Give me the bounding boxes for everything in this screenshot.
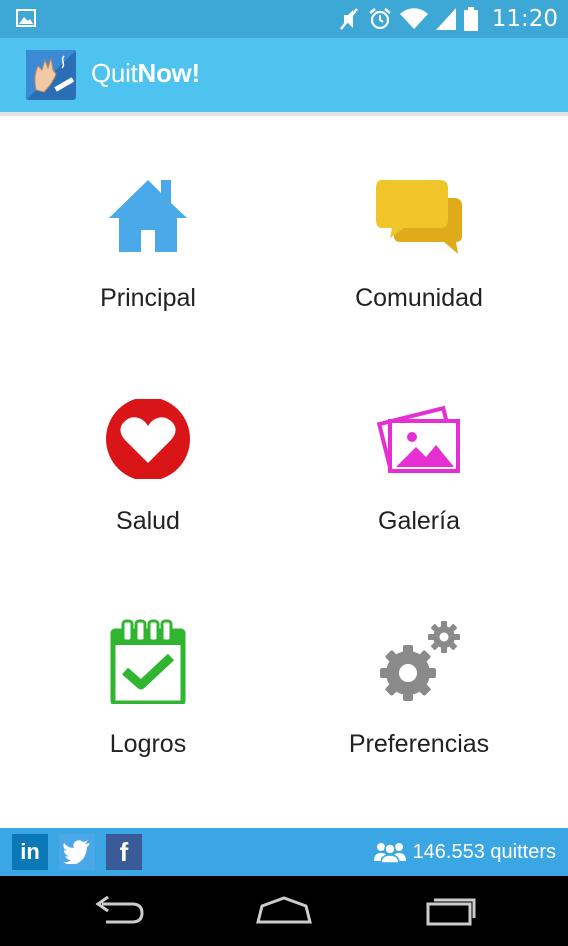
menu-item-comunidad[interactable]: Comunidad <box>277 116 561 339</box>
home-icon <box>109 180 187 252</box>
app-title-part2: Now! <box>137 58 200 88</box>
back-icon[interactable] <box>88 894 148 928</box>
menu-item-label: Principal <box>100 284 196 312</box>
menu-item-label: Preferencias <box>348 730 490 758</box>
menu-item-galeria[interactable]: Galería <box>277 339 561 562</box>
home-nav-icon[interactable] <box>254 894 314 928</box>
heart-icon <box>106 399 190 479</box>
twitter-button[interactable] <box>59 834 95 870</box>
menu-item-label: Comunidad <box>355 284 483 312</box>
menu-item-principal[interactable]: Principal <box>6 116 290 339</box>
battery-icon <box>463 7 478 31</box>
twitter-icon <box>63 840 90 864</box>
gallery-icon <box>376 405 460 474</box>
menu-item-label: Galería <box>378 507 460 535</box>
app-title: QuitNow! <box>91 58 200 89</box>
main-menu-grid: Principal Comunidad Salud Galería Logros… <box>0 116 568 828</box>
facebook-button[interactable]: f <box>106 834 142 870</box>
quitnow-logo <box>26 50 76 100</box>
app-title-part1: Quit <box>91 58 138 88</box>
menu-item-logros[interactable]: Logros <box>6 562 290 785</box>
clock: 11:20 <box>491 6 558 32</box>
chat-icon <box>376 180 462 254</box>
linkedin-icon: in <box>20 839 40 864</box>
community-icon <box>373 843 406 863</box>
menu-item-preferencias[interactable]: Preferencias <box>277 562 561 785</box>
alarm-icon <box>368 8 391 30</box>
signal-icon <box>435 8 456 30</box>
menu-item-label: Salud <box>116 507 180 535</box>
system-nav-bar <box>0 876 568 946</box>
picture-icon <box>16 9 36 27</box>
wifi-icon <box>399 8 428 30</box>
achievement-calendar-icon <box>110 619 186 704</box>
menu-item-salud[interactable]: Salud <box>6 339 290 562</box>
status-bar: 11:20 <box>0 0 568 38</box>
bottom-bar: in f 146.553 quitters <box>0 828 568 876</box>
quitters-count: 146.553 quitters <box>412 840 556 863</box>
linkedin-button[interactable]: in <box>12 834 48 870</box>
menu-item-label: Logros <box>109 730 187 758</box>
app-bar: QuitNow! <box>0 38 568 112</box>
facebook-icon: f <box>119 836 129 867</box>
mute-icon <box>339 8 358 30</box>
recents-icon[interactable] <box>420 894 480 928</box>
quitters-counter: 146.553 quitters <box>373 828 556 876</box>
gears-icon <box>380 621 460 701</box>
